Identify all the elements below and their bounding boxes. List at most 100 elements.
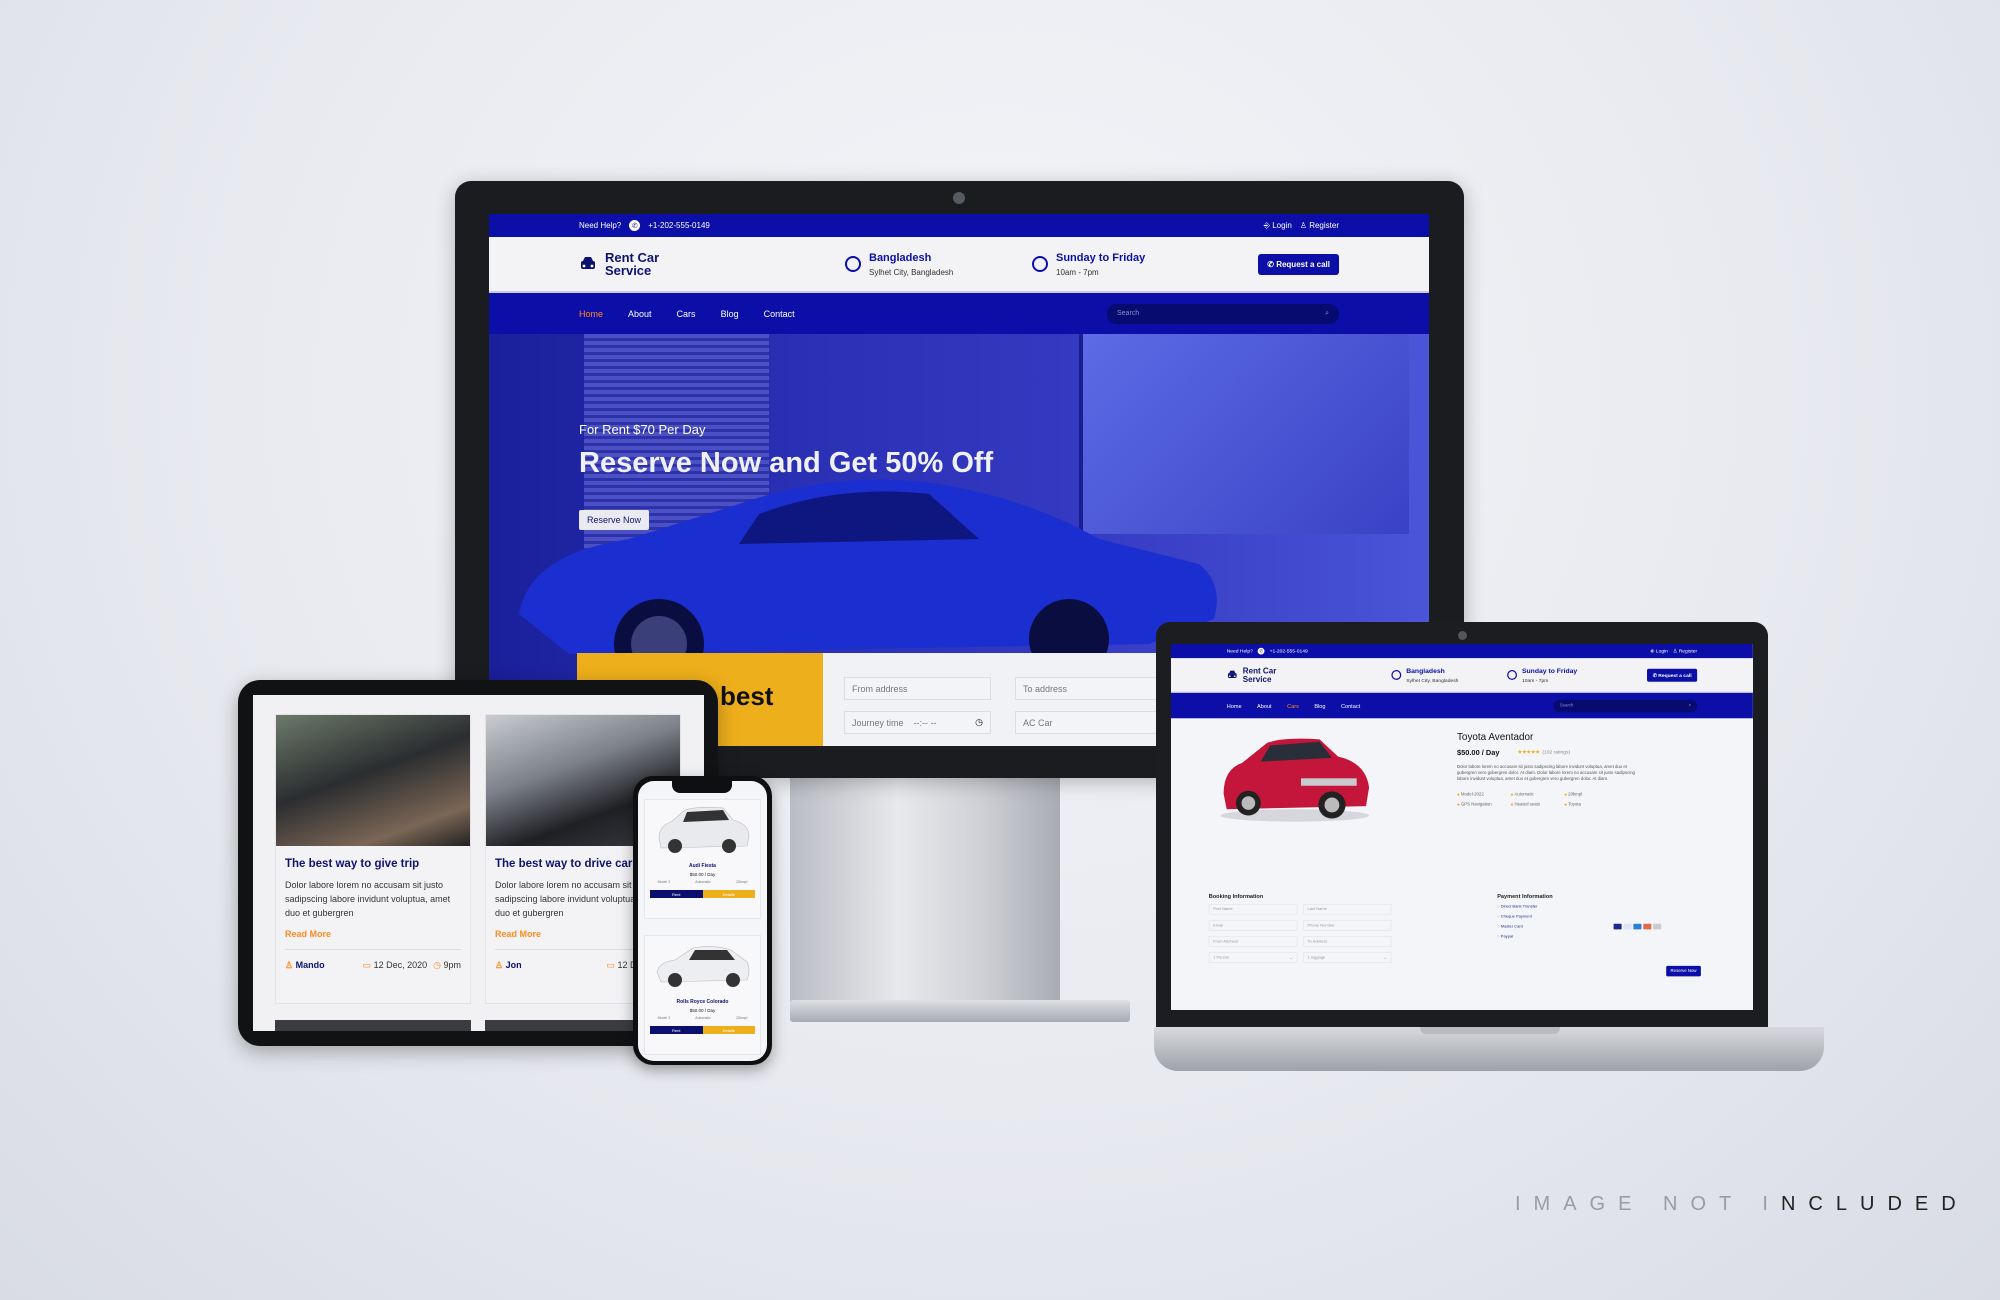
hours-sub: 10am - 7pm <box>1521 677 1549 683</box>
rent-button[interactable]: Rent <box>650 1026 703 1034</box>
hero-title: Reserve Now and Get 50% Off <box>579 447 994 479</box>
booking-info-form: First Name Last Name Email Phone Number … <box>1208 903 1392 963</box>
location-info: Bangladesh Sylhet City, Bangladesh <box>1391 667 1507 683</box>
location-sub: Sylhet City, Bangladesh <box>869 267 954 277</box>
product-features: Model-2022 Automatic 20kmpl GPS Navigati… <box>1457 793 1618 807</box>
main-nav: Home About Cars Blog Contact Search ⌕ <box>489 293 1429 334</box>
star-icons: ★★★★★ <box>1517 749 1540 755</box>
from-address-input[interactable]: From Address <box>1208 936 1297 947</box>
brand-logo[interactable]: Rent Car Service <box>579 251 845 277</box>
monitor-base <box>790 1000 1130 1022</box>
nav-home[interactable]: Home <box>579 309 603 319</box>
car-icon <box>1227 670 1237 679</box>
car-name: Rolls Royce Colorado <box>676 999 729 1005</box>
user-icon: ♙ <box>285 960 294 970</box>
nav-contact[interactable]: Contact <box>764 309 795 319</box>
payment-radio-bank[interactable]: Direct Bank Transfer <box>1497 905 1538 909</box>
email-input[interactable]: Email <box>1208 920 1297 931</box>
main-nav: Home About Cars Blog Contact Search ⌕ <box>1171 692 1753 719</box>
site-topbar: Need Help? ✆ +1-202-555-0149 ⎆ Login ♙ Regi… <box>489 214 1429 237</box>
first-name-input[interactable]: First Name <box>1208 903 1297 915</box>
nav-about[interactable]: About <box>1257 702 1272 708</box>
car-price: $50.00 / Day <box>689 872 716 877</box>
product-detail: Toyota Aventador $50.00 / Day ★★★★★ (102 … <box>1171 726 1753 1010</box>
location-sub: Sylhet City, Bangladesh <box>1406 677 1459 683</box>
blog-meta: ♙ Mando ▭ 12 Dec, 2020 ◷ 9pm <box>285 949 461 971</box>
phone-input[interactable]: Phone Number <box>1303 920 1392 931</box>
register-link[interactable]: ♙ Register <box>1300 221 1339 230</box>
hero-reserve-button[interactable]: Reserve Now <box>579 510 650 530</box>
persons-select[interactable]: 1 Person ⌄ <box>1208 952 1297 963</box>
product-name: Toyota Aventador <box>1456 731 1534 743</box>
register-link[interactable]: ♙ Register <box>1673 648 1697 654</box>
nav-contact[interactable]: Contact <box>1341 702 1360 708</box>
search-input[interactable]: Search ⌕ <box>1553 699 1698 712</box>
reserve-now-button[interactable]: Reserve Now <box>1666 965 1701 977</box>
blog-author: Jon <box>505 960 522 970</box>
hours-sub: 10am - 7pm <box>1056 267 1099 277</box>
nav-cars[interactable]: Cars <box>677 309 696 319</box>
blog-author: Mando <box>295 960 325 970</box>
phone-icon: ✆ <box>629 220 641 231</box>
payment-radio-mastercard[interactable]: Master Card <box>1497 924 1537 928</box>
product-description: Dolor labore lorem no accusam sit justo … <box>1456 764 1635 782</box>
amex-icon <box>1633 923 1642 930</box>
hours-info: Sunday to Friday 10am - 7pm <box>1032 252 1219 277</box>
luggage-select[interactable]: 1 luggage ⌄ <box>1303 952 1392 963</box>
blog-image[interactable] <box>276 715 470 846</box>
to-address-input[interactable]: To Address <box>1303 936 1392 947</box>
rent-button[interactable]: Rent <box>650 890 703 898</box>
location-info: Bangladesh Sylhet City, Bangladesh <box>845 252 1032 277</box>
brand-line2: Service <box>605 263 652 278</box>
read-more-link[interactable]: Read More <box>285 929 461 939</box>
journey-time-input[interactable]: Journey time --:-- -- ◷ <box>844 711 991 734</box>
car-price: $50.00 / Day <box>689 1008 716 1013</box>
product-price: $50.00 / Day <box>1456 747 1500 757</box>
blog-date: 12 Dec, 2020 <box>373 960 428 970</box>
search-icon[interactable]: ⌕ <box>1689 703 1691 708</box>
search-icon[interactable]: ⌕ <box>1325 310 1329 318</box>
feature-transmission: Automatic <box>1511 793 1565 797</box>
camera-icon <box>953 192 965 204</box>
request-call-button[interactable]: ✆ Request a call <box>1647 668 1698 682</box>
nav-blog[interactable]: Blog <box>1314 702 1325 708</box>
request-call-button[interactable]: ✆ Request a call <box>1258 253 1339 275</box>
card-logos <box>1613 923 1662 930</box>
from-address-input[interactable]: From address <box>844 677 991 700</box>
location-title: Bangladesh <box>1406 667 1445 675</box>
phone-number[interactable]: +1-202-555-0149 <box>1270 648 1308 654</box>
details-button[interactable]: Details <box>702 890 755 898</box>
nav-blog[interactable]: Blog <box>721 309 739 319</box>
phone-number[interactable]: +1-202-555-0149 <box>648 221 710 230</box>
clock-icon <box>1032 256 1048 272</box>
clock-icon: ◷ <box>433 960 441 970</box>
car-specs: Model 3 Automatic 20kmpl <box>657 880 748 884</box>
payment-radio-paypal[interactable]: Paypal <box>1497 934 1537 938</box>
brand-logo[interactable]: Rent Car Service <box>1227 667 1392 683</box>
phone-notch <box>672 781 732 793</box>
nav-cars[interactable]: Cars <box>1287 702 1299 708</box>
white-car-image <box>656 946 749 987</box>
details-button[interactable]: Details <box>702 1026 755 1034</box>
blog-time: 9pm <box>443 960 461 970</box>
user-icon: ♙ <box>495 960 504 970</box>
payment-radio-cheque[interactable]: Cheque Payment <box>1497 915 1537 919</box>
blog-title[interactable]: The best way to give trip <box>285 858 461 870</box>
search-input[interactable]: Search ⌕ <box>1107 303 1339 324</box>
hours-title: Sunday to Friday <box>1056 251 1146 264</box>
calendar-icon: ▭ <box>362 960 372 970</box>
visa-icon <box>1623 923 1632 930</box>
last-name-input[interactable]: Last Name <box>1303 903 1392 915</box>
login-link[interactable]: ⎆ Login <box>1650 648 1667 654</box>
feature-seats: Heated seats <box>1511 802 1565 806</box>
car-icon <box>581 257 595 269</box>
hours-title: Sunday to Friday <box>1521 667 1578 675</box>
camera-icon <box>1458 631 1467 640</box>
site-topbar: Need Help? ✆ +1-202-555-0149 ⎆ Login ♙ Regi… <box>1171 644 1753 659</box>
nav-about[interactable]: About <box>628 309 652 319</box>
nav-home[interactable]: Home <box>1227 702 1242 708</box>
globe-icon <box>845 256 861 272</box>
site-header: Rent Car Service Bangladesh Sylhet City, B… <box>489 237 1429 293</box>
login-link[interactable]: ⎆ Login <box>1264 221 1292 231</box>
laptop-screen: Need Help? ✆ +1-202-555-0149 ⎆ Login ♙ Regi… <box>1171 644 1753 1010</box>
